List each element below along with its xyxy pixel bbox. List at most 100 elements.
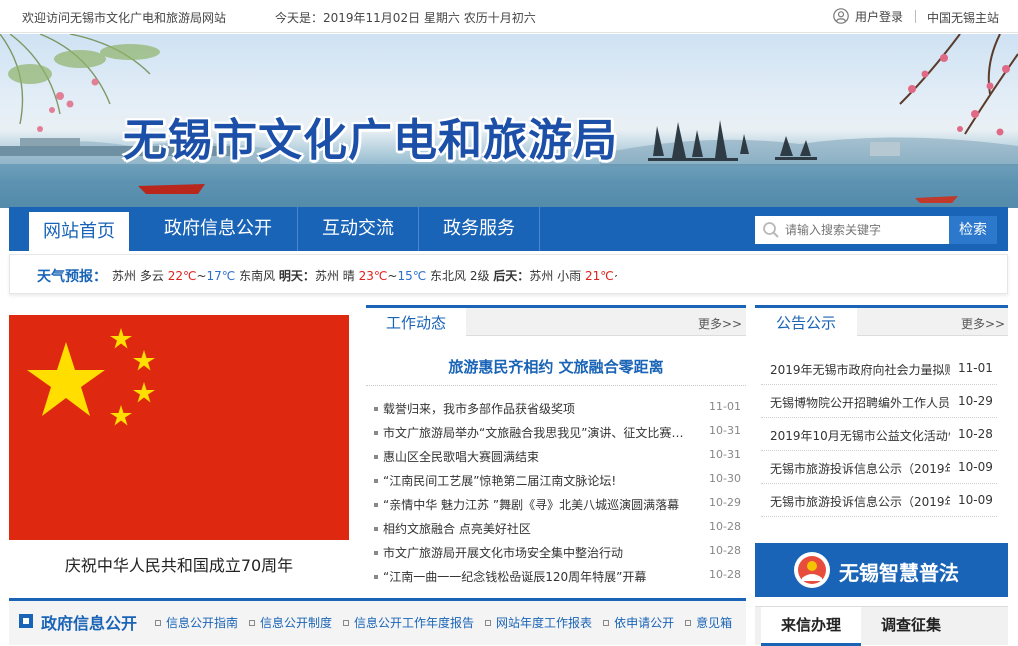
gov-link[interactable]: 网站年度工作报表	[485, 614, 592, 631]
weather-forecast: 苏州 多云 22℃~17℃ 东南风 明天：苏州 晴 23℃~15℃ 东北风 2级…	[112, 267, 617, 284]
tab-announcements[interactable]: 公告公示	[755, 305, 857, 340]
notice-date: 10-09	[958, 460, 993, 474]
bullet-icon	[374, 407, 378, 411]
top-bar: 欢迎访问无锡市文化广电和旅游局网站 今天是：2019年11月02日 星期六 农历…	[0, 0, 1018, 33]
weather-bar: 天气预报： 苏州 多云 22℃~17℃ 东南风 明天：苏州 晴 23℃~15℃ …	[9, 254, 1008, 294]
gov-link-label: 意见箱	[696, 616, 733, 630]
user-login-link[interactable]: 用户登录	[833, 6, 903, 26]
letters-tabs: 来信办理 调查征集	[755, 606, 1008, 646]
bullet-icon	[374, 431, 378, 435]
news-item[interactable]: “江南一曲一一纪念钱松喦诞辰120周年特展”开幕 10-28	[372, 565, 742, 589]
bullet-icon	[374, 455, 378, 459]
gov-link[interactable]: 依申请公开	[603, 614, 674, 631]
notice-more-link[interactable]: 更多>>	[961, 315, 1005, 332]
notice-date: 11-01	[958, 361, 993, 375]
weather-today-high: 22℃	[167, 269, 197, 283]
news-title: 载誉归来，我市多部作品获省级奖项	[383, 402, 576, 416]
bullet-icon	[249, 619, 256, 626]
date-text: 今天是：2019年11月02日 星期六 农历十月初六	[275, 11, 536, 25]
weather-after-high: 21℃	[585, 269, 614, 283]
tab-work-news[interactable]: 工作动态	[366, 305, 466, 340]
weather-after-label: 后天：	[493, 269, 530, 283]
news-item[interactable]: 惠山区全民歌唱大赛圆满结束 10-31	[372, 445, 742, 469]
news-item[interactable]: 相约文旅融合 点亮美好社区 10-28	[372, 517, 742, 541]
weather-today-wind: 东南风	[239, 269, 276, 283]
bullet-icon	[485, 619, 492, 626]
news-date: 11-01	[709, 400, 741, 413]
weather-tilde: ~	[614, 269, 617, 283]
news-item[interactable]: “江南民间工艺展”惊艳第二届江南文脉论坛! 10-30	[372, 469, 742, 493]
bullet-icon	[603, 619, 610, 626]
gov-link[interactable]: 意见箱	[685, 614, 732, 631]
news-item[interactable]: 市文广旅游局开展文化市场安全集中整治行动 10-28	[372, 541, 742, 565]
site-banner: 无锡市文化广电和旅游局	[0, 34, 1018, 208]
news-title: 相约文旅融合 点亮美好社区	[383, 522, 531, 536]
gov-link[interactable]: 信息公开工作年度报告	[343, 614, 474, 631]
news-list: 载誉归来，我市多部作品获省级奖项 11-01 市文广旅游局举办“文旅融合我思我见”演…	[372, 397, 742, 589]
news-title: “江南一曲一一纪念钱松喦诞辰120周年特展”开幕	[383, 570, 647, 584]
gov-info-title[interactable]: 政府信息公开	[41, 610, 137, 634]
flag-stars	[27, 328, 155, 426]
weather-tomorrow-wind: 东北风 2级	[430, 269, 490, 283]
weather-tomorrow-high: 23℃	[358, 269, 388, 283]
search-input[interactable]	[785, 220, 945, 240]
news-panel-header: 工作动态 更多>>	[366, 305, 746, 340]
main-nav: 网站首页 政府信息公开 互动交流 政务服务 检索	[9, 207, 1008, 251]
banner-title: 无锡市文化广电和旅游局	[123, 115, 618, 166]
nav-home[interactable]: 网站首页	[29, 212, 129, 251]
nav-divider	[539, 207, 540, 251]
notice-date: 10-29	[958, 394, 993, 408]
notice-title: 无锡博物院公开招聘编外工作人员	[770, 396, 950, 410]
tab-letters[interactable]: 来信办理	[761, 607, 861, 646]
weather-after-city: 苏州	[529, 269, 554, 283]
news-item[interactable]: 市文广旅游局举办“文旅融合我思我见”演讲、征文比赛活动 10-31	[372, 421, 742, 445]
nav-interaction[interactable]: 互动交流	[298, 207, 418, 251]
bullet-icon	[374, 503, 378, 507]
search-button[interactable]: 检索	[949, 216, 997, 244]
weather-tomorrow-low: 15℃	[397, 269, 427, 283]
welcome-text: 欢迎访问无锡市文化广电和旅游局网站	[22, 11, 227, 25]
gov-link-label: 依申请公开	[614, 616, 675, 630]
news-date: 10-30	[709, 472, 741, 485]
news-date: 10-29	[709, 496, 741, 509]
weather-today-low: 17℃	[206, 269, 236, 283]
news-title: 市文广旅游局举办“文旅融合我思我见”演讲、征文比赛活动	[383, 426, 693, 440]
weather-tomorrow-city: 苏州	[314, 269, 339, 283]
gov-link[interactable]: 信息公开制度	[249, 614, 332, 631]
gov-info-links: 信息公开指南 信息公开制度 信息公开工作年度报告 网站年度工作报表 依申请公开 …	[155, 614, 743, 631]
news-date: 10-28	[709, 544, 741, 557]
notice-item[interactable]: 无锡市旅游投诉信息公示（2019年 10-09	[761, 484, 997, 517]
notice-title: 2019年无锡市政府向社会力量拟购	[770, 363, 950, 377]
flag-caption[interactable]: 庆祝中华人民共和国成立70周年	[9, 552, 349, 576]
news-date: 10-28	[709, 568, 741, 581]
tab-survey[interactable]: 调查征集	[861, 607, 961, 646]
gov-info-bar: 政府信息公开 信息公开指南 信息公开制度 信息公开工作年度报告 网站年度工作报表…	[9, 598, 746, 645]
weather-today-condition: 多云	[139, 269, 164, 283]
gov-link-label: 信息公开工作年度报告	[354, 616, 475, 630]
news-more-link[interactable]: 更多>>	[698, 315, 742, 332]
weather-tomorrow-condition: 晴	[342, 269, 355, 283]
notice-list: 2019年无锡市政府向社会力量拟购 11-01 无锡博物院公开招聘编外工作人员 10-…	[761, 352, 997, 517]
notice-item[interactable]: 无锡博物院公开招聘编外工作人员 10-29	[761, 385, 997, 418]
notice-item[interactable]: 无锡市旅游投诉信息公示（2019年 10-09	[761, 451, 997, 484]
bullet-icon	[155, 619, 161, 626]
news-headline[interactable]: 旅游惠民齐相约 文旅融合零距离	[366, 356, 746, 377]
gov-link[interactable]: 信息公开指南	[155, 614, 238, 631]
national-flag-image[interactable]	[9, 315, 349, 540]
user-login-label: 用户登录	[855, 9, 904, 24]
news-item[interactable]: 载誉归来，我市多部作品获省级奖项 11-01	[372, 397, 742, 421]
news-date: 10-28	[709, 520, 741, 533]
notice-title: 无锡市旅游投诉信息公示（2019年	[770, 462, 950, 476]
smart-law-banner[interactable]: 无锡智慧普法	[755, 543, 1008, 597]
gov-info-icon	[19, 614, 33, 628]
search-box	[755, 216, 949, 244]
bullet-icon	[685, 619, 692, 626]
notice-item[interactable]: 2019年无锡市政府向社会力量拟购 11-01	[761, 352, 997, 385]
gov-link-label: 信息公开制度	[260, 616, 333, 630]
notice-item[interactable]: 2019年10月无锡市公益文化活动告 10-28	[761, 418, 997, 451]
main-site-link[interactable]: 中国无锡主站	[927, 9, 999, 26]
smart-law-text: 无锡智慧普法	[839, 561, 959, 585]
nav-gov-info[interactable]: 政府信息公开	[139, 207, 297, 251]
nav-services[interactable]: 政务服务	[419, 207, 539, 251]
news-item[interactable]: “亲情中华 魅力江苏 ”舞剧《寻》北美八城巡演圆满落幕 10-29	[372, 493, 742, 517]
